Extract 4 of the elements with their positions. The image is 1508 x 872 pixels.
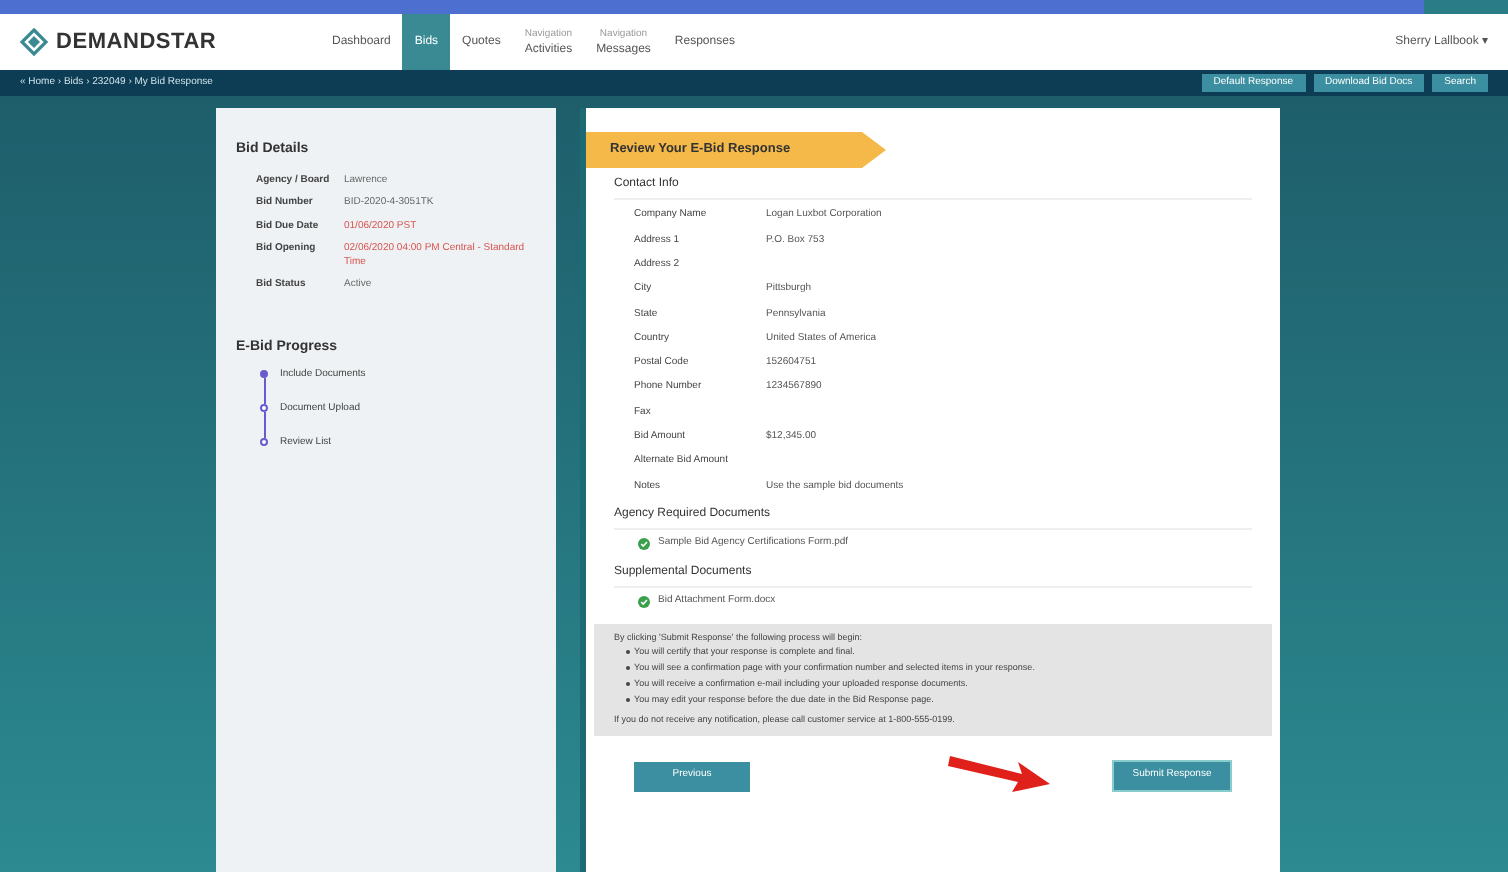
check-circle-icon — [638, 595, 650, 608]
diamond-logo-icon — [20, 28, 48, 56]
check-circle-icon — [638, 537, 650, 550]
logo-text: DEMANDSTAR — [56, 27, 217, 58]
